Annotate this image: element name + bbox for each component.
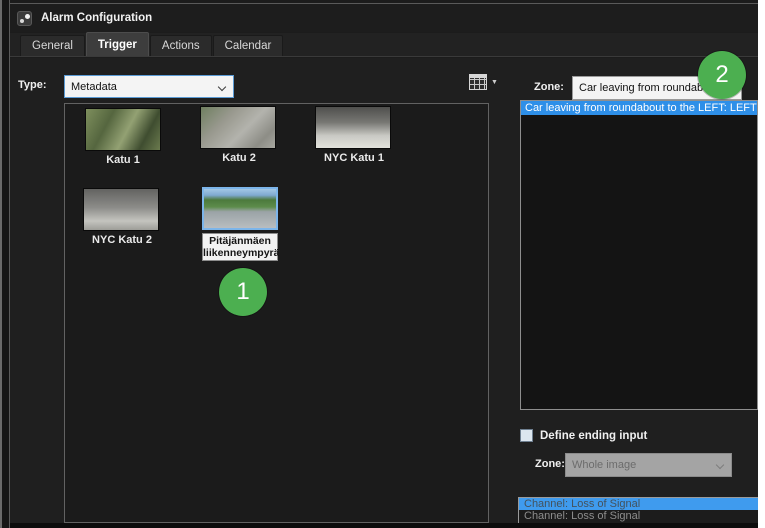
type-label: Type: <box>18 79 47 91</box>
step-badge-1: 1 <box>219 268 267 316</box>
camera-item-katu-2[interactable]: Katu 2 <box>200 106 278 164</box>
window-titlebar: Alarm Configuration <box>10 4 758 32</box>
ending-event-list-item[interactable]: Channel: Loss of Signal <box>519 498 758 510</box>
camera-name-label: Pitäjänmäen liikenneympyrä <box>202 233 278 261</box>
camera-item-pitajanmaen-selected[interactable]: Pitäjänmäen liikenneympyrä <box>202 187 278 261</box>
camera-thumbnail-image <box>85 108 161 151</box>
type-combobox-value: Metadata <box>71 81 117 93</box>
camera-thumbnail-image <box>83 188 159 231</box>
tab-calendar[interactable]: Calendar <box>213 35 284 56</box>
camera-item-nyc-katu-1[interactable]: NYC Katu 1 <box>315 106 393 164</box>
define-ending-input-checkbox[interactable] <box>520 429 533 442</box>
chevron-down-icon <box>218 83 226 91</box>
window-title: Alarm Configuration <box>41 12 152 24</box>
window-bottom-border <box>10 523 758 528</box>
tab-actions[interactable]: Actions <box>150 35 212 56</box>
camera-item-katu-1[interactable]: Katu 1 <box>85 108 161 166</box>
define-ending-input-label: Define ending input <box>540 430 647 442</box>
ending-event-list-item[interactable]: Channel: Loss of Signal <box>519 510 758 522</box>
trigger-tab-content: Type: Metadata ▼ Katu 1 Katu 2 <box>10 58 758 523</box>
alarm-config-icon <box>17 11 32 26</box>
grid-view-icon <box>469 74 487 90</box>
outside-background <box>758 0 765 528</box>
ending-zone-combobox: Whole image <box>565 453 732 477</box>
step-badge-2: 2 <box>698 51 746 99</box>
zone-label: Zone: <box>534 81 564 93</box>
grid-view-button[interactable]: ▼ <box>469 71 505 93</box>
chevron-down-icon: ▼ <box>491 79 498 86</box>
window-left-frame <box>0 0 10 528</box>
ending-zone-combobox-value: Whole image <box>572 459 636 471</box>
alarm-configuration-window: Alarm Configuration General Trigger Acti… <box>0 0 758 528</box>
camera-name-label: NYC Katu 1 <box>315 152 393 164</box>
camera-thumbnail-panel: Katu 1 Katu 2 NYC Katu 1 NYC Katu 2 Pitä <box>64 103 489 523</box>
camera-name-label: NYC Katu 2 <box>83 234 161 246</box>
tab-bar: General Trigger Actions Calendar <box>10 33 758 57</box>
tab-trigger[interactable]: Trigger <box>86 32 149 56</box>
camera-thumbnail-image <box>200 106 276 149</box>
camera-thumbnail-image <box>202 187 278 230</box>
screenshot-stage: Alarm Configuration General Trigger Acti… <box>0 0 765 528</box>
zone-event-list: Car leaving from roundabout to the LEFT:… <box>520 100 758 410</box>
camera-name-label: Katu 2 <box>200 152 278 164</box>
chevron-down-icon <box>716 461 724 469</box>
camera-item-nyc-katu-2[interactable]: NYC Katu 2 <box>83 188 161 246</box>
event-list-item[interactable]: Car leaving from roundabout to the LEFT:… <box>521 101 757 115</box>
tab-general[interactable]: General <box>20 35 85 56</box>
camera-name-label: Katu 1 <box>85 154 161 166</box>
camera-thumbnail-image <box>315 106 391 149</box>
ending-zone-label: Zone: <box>535 458 565 470</box>
type-combobox[interactable]: Metadata <box>64 75 234 98</box>
